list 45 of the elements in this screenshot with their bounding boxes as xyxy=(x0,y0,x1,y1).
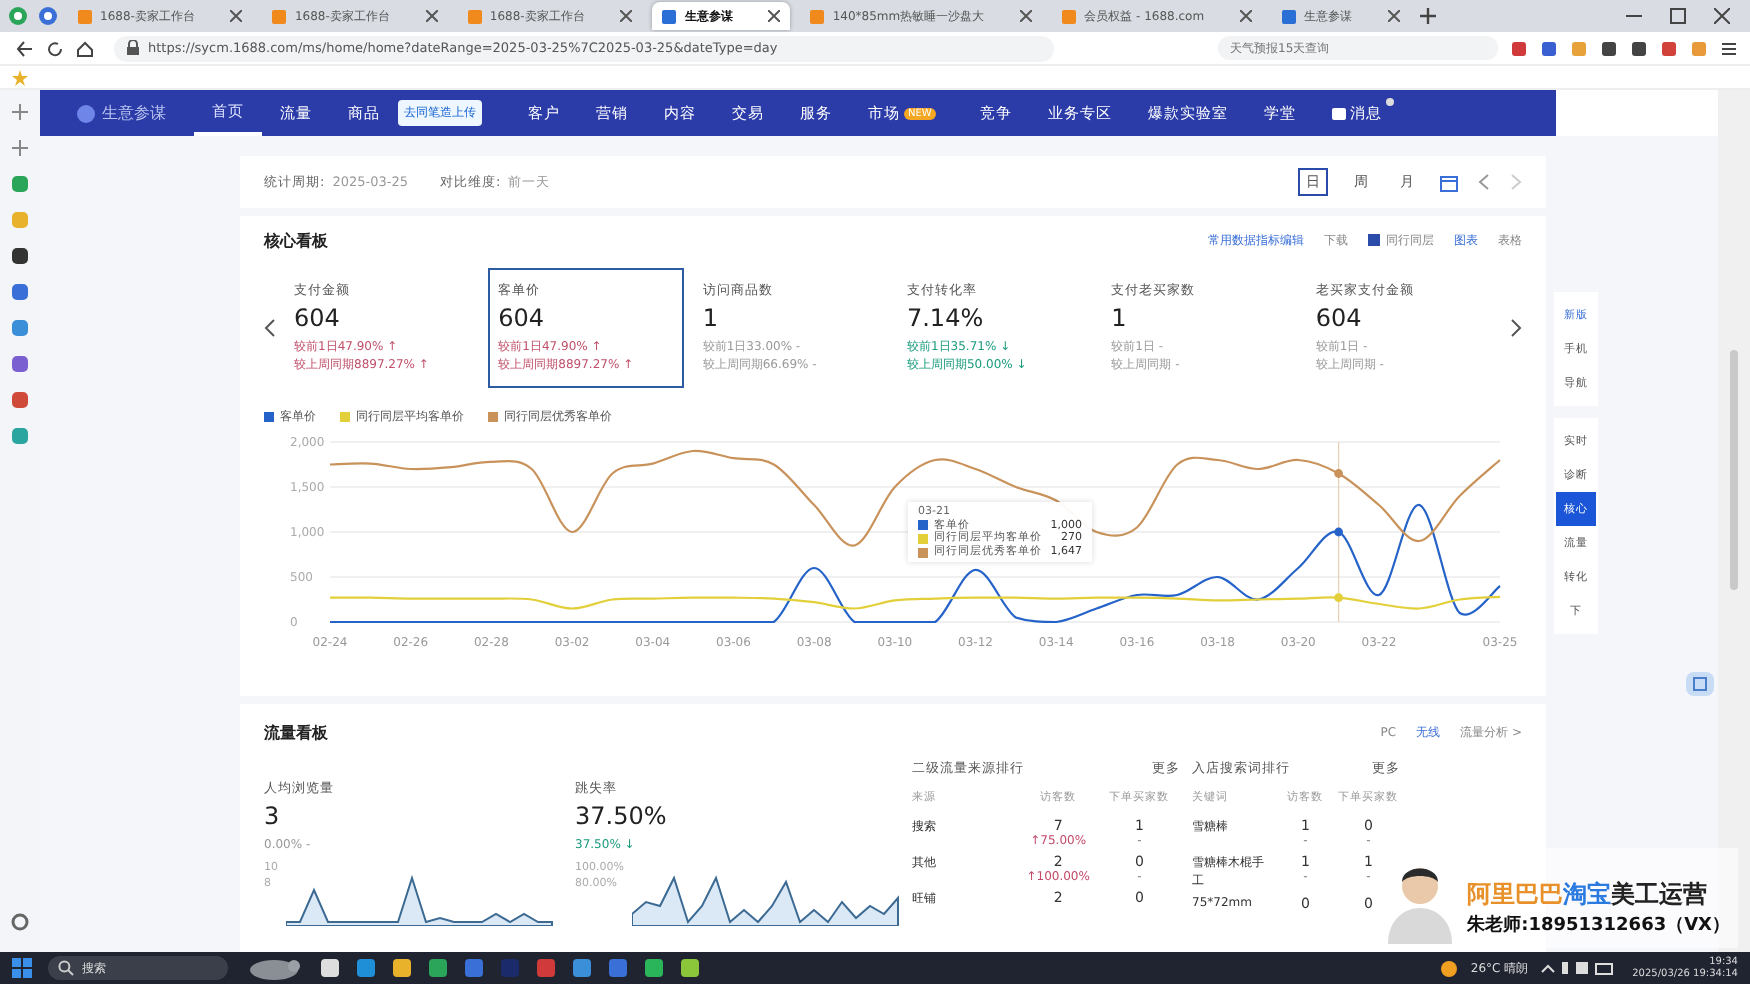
search-icon xyxy=(58,960,74,976)
windows-icon[interactable] xyxy=(12,958,32,978)
message-icon xyxy=(1331,107,1346,119)
close-icon[interactable] xyxy=(1714,8,1730,24)
caption-text: 朱老师:18951312663（VX） xyxy=(1467,912,1730,938)
scroll-thumb[interactable] xyxy=(1730,350,1738,590)
close-icon[interactable] xyxy=(620,10,633,22)
logo-text: 生意参谋 xyxy=(102,102,166,124)
floating-tool-icon[interactable] xyxy=(1686,672,1714,696)
metric-value: 604 xyxy=(1315,304,1364,332)
weather-icon xyxy=(1440,959,1459,977)
metric-value: 7.14% xyxy=(906,304,986,332)
metric-value: 604 xyxy=(294,304,342,332)
reload-icon[interactable] xyxy=(46,39,64,57)
star-icon[interactable] xyxy=(12,69,28,85)
close-icon[interactable] xyxy=(425,10,438,22)
checkbox[interactable] xyxy=(1368,234,1380,246)
metric-value: 1 xyxy=(702,304,720,332)
metric-value: 604 xyxy=(498,304,547,332)
calendar-icon[interactable] xyxy=(1440,173,1458,191)
previous-icon[interactable] xyxy=(264,318,276,338)
lock-icon xyxy=(126,40,140,56)
logo-icon xyxy=(76,103,96,123)
section-title: 核心看板 xyxy=(264,229,328,251)
scrollbar[interactable] xyxy=(1718,90,1750,952)
tooltip-marker-icon xyxy=(918,547,928,558)
menu-icon[interactable] xyxy=(1720,39,1738,57)
close-icon[interactable] xyxy=(1240,10,1253,22)
notification-dot xyxy=(1385,98,1394,106)
new-tab-icon[interactable] xyxy=(1420,8,1437,24)
close-icon[interactable] xyxy=(768,10,781,22)
metric-value: 3 xyxy=(264,802,282,830)
metric-value: 37.50% xyxy=(575,802,669,830)
browser-logo-icon[interactable] xyxy=(8,6,28,26)
close-icon[interactable] xyxy=(230,10,243,22)
maximize-icon[interactable] xyxy=(1670,8,1686,24)
home-icon[interactable] xyxy=(76,39,94,57)
caption-text: 阿里巴巴淘宝美工运营 xyxy=(1467,878,1710,912)
next-icon[interactable] xyxy=(1510,318,1522,338)
settings-icon[interactable] xyxy=(10,912,30,932)
section-title: 流量看板 xyxy=(264,721,328,743)
close-icon[interactable] xyxy=(1020,10,1033,22)
close-icon[interactable] xyxy=(1388,10,1401,22)
back-icon[interactable] xyxy=(16,39,34,57)
metric-value: 1 xyxy=(1111,304,1129,332)
